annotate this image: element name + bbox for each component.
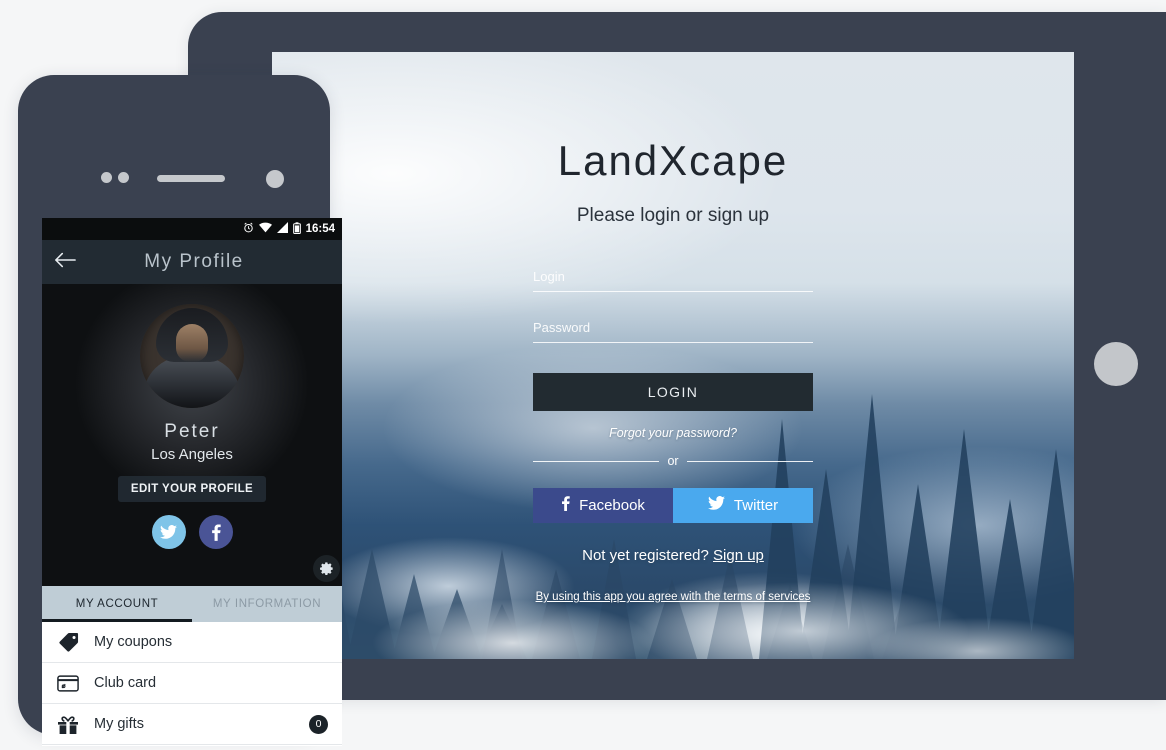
screenshot-stage: LandXcape Please login or sign up LOGIN …	[0, 0, 1166, 750]
register-prompt: Not yet registered? Sign up	[582, 547, 764, 564]
password-input[interactable]	[533, 318, 813, 343]
signal-icon	[276, 222, 288, 236]
status-badge: 0	[309, 714, 328, 734]
avatar-face	[176, 324, 208, 362]
battery-icon	[292, 221, 301, 237]
signup-link[interactable]: Sign up	[713, 547, 764, 564]
front-camera-icon	[266, 170, 284, 188]
account-list: My coupons Club card My gifts 0	[42, 622, 342, 745]
tab-bar: MY ACCOUNT MY INFORMATION	[42, 586, 342, 622]
gear-icon[interactable]	[313, 555, 340, 582]
speaker-grille	[157, 175, 225, 182]
tablet-screen: LandXcape Please login or sign up LOGIN …	[272, 52, 1074, 659]
tag-icon	[56, 632, 80, 653]
twitter-profile-button[interactable]	[151, 515, 186, 549]
list-item-label: My coupons	[94, 634, 173, 650]
list-item-label: Club card	[94, 675, 157, 691]
status-bar: 16:54	[42, 218, 342, 240]
login-field-wrapper	[533, 267, 813, 292]
forgot-password-link[interactable]: Forgot your password?	[609, 426, 737, 440]
wifi-icon	[258, 222, 272, 236]
profile-hero: Peter Los Angeles EDIT YOUR PROFILE	[42, 284, 342, 586]
divider-rule-right	[686, 460, 813, 462]
app-title: LandXcape	[557, 137, 789, 184]
divider-rule-left	[533, 460, 660, 462]
list-item-club-card[interactable]: Club card	[42, 663, 342, 704]
facebook-icon	[561, 495, 570, 516]
app-bar: My Profile	[42, 240, 342, 284]
phone-device: 16:54 My Profile Peter Los Angeles EDIT …	[18, 75, 342, 746]
sensor-icon-left	[101, 172, 112, 183]
twitter-login-button[interactable]: Twitter	[673, 488, 813, 523]
phone-navigation-bar	[42, 746, 306, 750]
login-button[interactable]: LOGIN	[533, 373, 813, 411]
login-panel: LandXcape Please login or sign up LOGIN …	[272, 52, 1074, 659]
facebook-profile-button[interactable]	[198, 515, 233, 549]
sensor-icon-right	[118, 172, 129, 183]
profile-location: Los Angeles	[151, 446, 233, 463]
profile-social-row	[151, 515, 233, 549]
facebook-login-button[interactable]: Facebook	[533, 488, 673, 523]
profile-name: Peter	[164, 421, 220, 442]
alarm-icon	[243, 222, 254, 236]
phone-screen: 16:54 My Profile Peter Los Angeles EDIT …	[42, 218, 342, 746]
twitter-icon	[707, 496, 725, 515]
facebook-button-label: Facebook	[579, 497, 645, 514]
password-field-wrapper	[533, 318, 813, 343]
tablet-home-button[interactable]	[1094, 342, 1138, 386]
avatar	[140, 304, 244, 408]
login-input[interactable]	[533, 267, 813, 292]
page-title: My Profile	[144, 251, 244, 272]
edit-profile-button[interactable]: EDIT YOUR PROFILE	[117, 476, 267, 502]
social-login-row: Facebook Twitter	[533, 488, 813, 523]
tab-my-information[interactable]: MY INFORMATION	[192, 586, 342, 622]
status-bar-time: 16:54	[305, 223, 335, 235]
or-divider: or	[533, 454, 813, 468]
terms-of-service-link[interactable]: By using this app you agree with the ter…	[536, 591, 811, 603]
login-subtitle: Please login or sign up	[576, 205, 770, 226]
list-item-label: My gifts	[94, 716, 144, 732]
card-icon	[56, 674, 80, 692]
or-label: or	[667, 454, 679, 468]
twitter-button-label: Twitter	[733, 497, 779, 514]
register-prompt-text: Not yet registered?	[582, 547, 714, 564]
tab-my-account[interactable]: MY ACCOUNT	[42, 586, 192, 622]
avatar-body	[143, 356, 241, 408]
back-arrow-icon[interactable]	[54, 251, 76, 273]
list-item-my-gifts[interactable]: My gifts 0	[42, 704, 342, 745]
gift-icon	[56, 714, 80, 735]
list-item-my-coupons[interactable]: My coupons	[42, 622, 342, 663]
